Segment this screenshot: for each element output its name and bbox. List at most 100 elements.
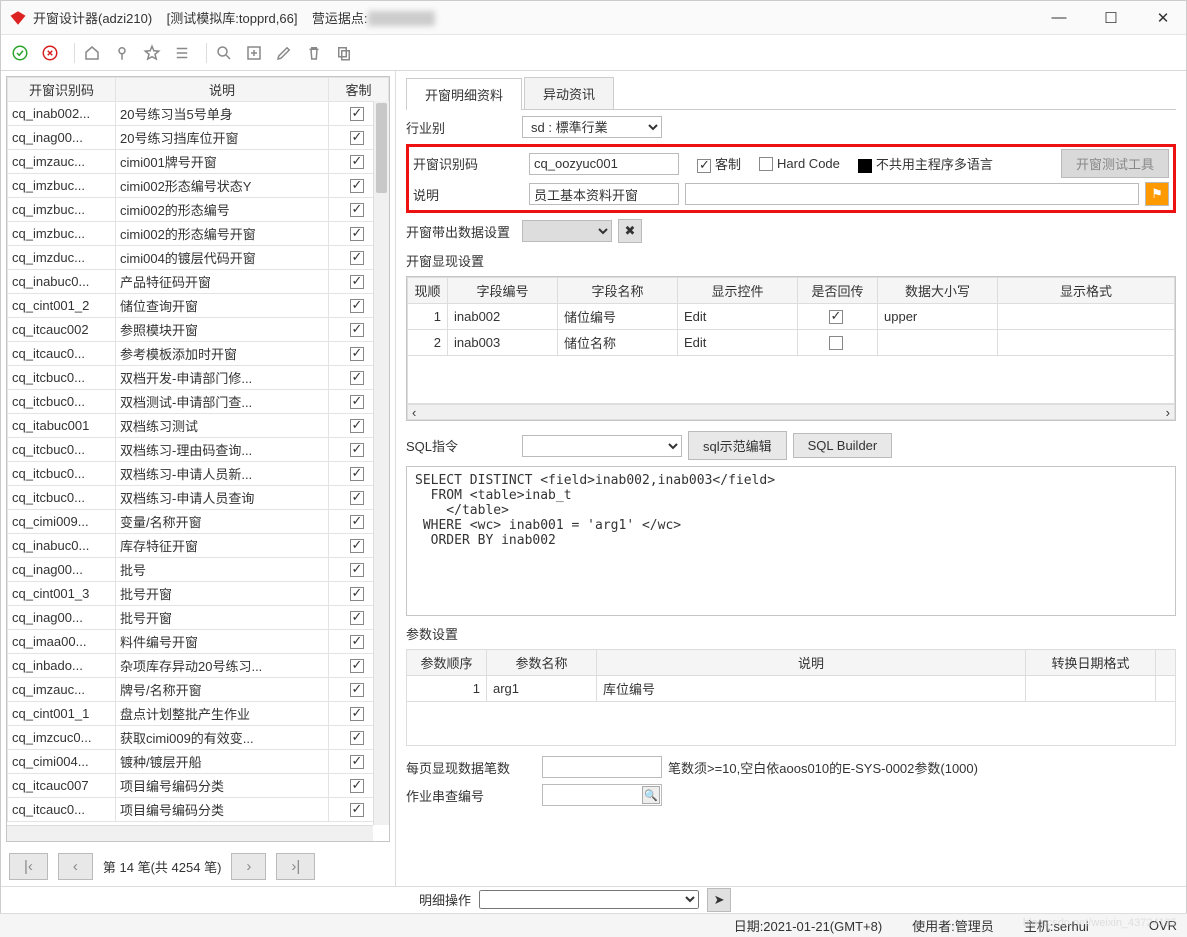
test-button[interactable]: 开窗测试工具: [1061, 149, 1169, 178]
run-icon[interactable]: ➤: [707, 888, 731, 912]
tool-icon[interactable]: ✖: [618, 219, 642, 243]
col-cust[interactable]: 客制: [329, 78, 389, 102]
cust-check[interactable]: [350, 179, 364, 193]
cancel-icon[interactable]: [37, 40, 63, 66]
cust-checkbox[interactable]: [697, 159, 711, 173]
delete-icon[interactable]: [301, 40, 327, 66]
detail-op-select[interactable]: [479, 890, 699, 909]
nolang-checkbox[interactable]: [858, 159, 872, 173]
table-row[interactable]: cq_inag00...20号练习挡库位开窗: [8, 126, 389, 150]
cust-check[interactable]: [350, 443, 364, 457]
window-maximize[interactable]: ☐: [1096, 9, 1126, 27]
window-close[interactable]: ✕: [1148, 9, 1178, 27]
table-row[interactable]: cq_imzbuc...cimi002形态编号状态Y: [8, 174, 389, 198]
table-row[interactable]: cq_cimi004...镀种/镀层开船: [8, 750, 389, 774]
table-row[interactable]: cq_inbado...杂项库存异动20号练习...: [8, 654, 389, 678]
job-search-icon[interactable]: 🔍: [642, 786, 660, 804]
table-row[interactable]: cq_itcauc007项目编号编码分类: [8, 774, 389, 798]
home-icon[interactable]: [79, 40, 105, 66]
cust-check[interactable]: [350, 227, 364, 241]
cust-check[interactable]: [350, 251, 364, 265]
cust-check[interactable]: [350, 323, 364, 337]
star-icon[interactable]: [139, 40, 165, 66]
export-cfg-select[interactable]: [522, 220, 612, 242]
table-row[interactable]: 2inab003储位名称Edit: [408, 330, 1175, 356]
table-row[interactable]: cq_itcauc0...项目编号编码分类: [8, 798, 389, 822]
table-row[interactable]: cq_inabuc0...库存特征开窗: [8, 534, 389, 558]
cust-check[interactable]: [350, 611, 364, 625]
cust-check[interactable]: [350, 107, 364, 121]
tab-detail[interactable]: 开窗明细资料: [406, 78, 522, 110]
tab-changes[interactable]: 异动资讯: [524, 77, 614, 109]
table-row[interactable]: cq_imzcuc0...获取cimi009的有效变...: [8, 726, 389, 750]
cust-check[interactable]: [350, 371, 364, 385]
cust-check[interactable]: [350, 731, 364, 745]
pin-icon[interactable]: [109, 40, 135, 66]
table-row[interactable]: cq_itabuc001双档练习测试: [8, 414, 389, 438]
table-row[interactable]: cq_imzduc...cimi004的镀层代码开窗: [8, 246, 389, 270]
vertical-scrollbar[interactable]: [373, 101, 389, 825]
table-row[interactable]: 1arg1库位编号: [407, 676, 1176, 702]
field-grid[interactable]: 现顺 字段编号 字段名称 显示控件 是否回传 数据大小写 显示格式 1inab0…: [407, 277, 1175, 404]
table-row[interactable]: cq_itcbuc0...双档练习-理由码查询...: [8, 438, 389, 462]
table-row[interactable]: cq_cint001_1盘点计划整批产生作业: [8, 702, 389, 726]
table-row[interactable]: cq_imzbuc...cimi002的形态编号: [8, 198, 389, 222]
table-row[interactable]: cq_itcbuc0...双档开发-申请部门修...: [8, 366, 389, 390]
table-row[interactable]: cq_itcbuc0...双档练习-申请人员新...: [8, 462, 389, 486]
cust-check[interactable]: [350, 155, 364, 169]
cust-check[interactable]: [350, 131, 364, 145]
params-grid[interactable]: 参数顺序 参数名称 说明 转换日期格式 1arg1库位编号: [406, 649, 1176, 746]
hardcode-checkbox[interactable]: [759, 157, 773, 171]
add-icon[interactable]: [241, 40, 267, 66]
table-row[interactable]: cq_cint001_3批号开窗: [8, 582, 389, 606]
id-input[interactable]: [529, 153, 679, 175]
table-row[interactable]: cq_inag00...批号开窗: [8, 606, 389, 630]
desc-extra-input[interactable]: [685, 183, 1139, 205]
cust-check[interactable]: [350, 563, 364, 577]
col-desc[interactable]: 说明: [116, 78, 329, 102]
table-row[interactable]: 1inab002储位编号Editupper: [408, 304, 1175, 330]
cust-check[interactable]: [350, 419, 364, 433]
cust-check[interactable]: [350, 659, 364, 673]
sql-sample-button[interactable]: sql示范编辑: [688, 431, 787, 460]
table-row[interactable]: cq_imzbuc...cimi002的形态编号开窗: [8, 222, 389, 246]
cust-check[interactable]: [350, 707, 364, 721]
paging-input[interactable]: [542, 756, 662, 778]
table-row[interactable]: cq_inag00...批号: [8, 558, 389, 582]
pager-prev[interactable]: ‹: [58, 853, 93, 880]
pager-last[interactable]: ›|: [276, 853, 315, 880]
sql-text[interactable]: SELECT DISTINCT <field>inab002,inab003</…: [406, 466, 1176, 616]
list-icon[interactable]: [169, 40, 195, 66]
table-row[interactable]: cq_imaa00...料件编号开窗: [8, 630, 389, 654]
window-minimize[interactable]: —: [1044, 9, 1074, 26]
cust-check[interactable]: [350, 203, 364, 217]
horizontal-scrollbar[interactable]: [7, 825, 373, 841]
copy-icon[interactable]: [331, 40, 357, 66]
cust-check[interactable]: [350, 299, 364, 313]
table-row[interactable]: cq_itcbuc0...双档练习-申请人员查询: [8, 486, 389, 510]
col-code[interactable]: 开窗识别码: [8, 78, 116, 102]
pager-next[interactable]: ›: [231, 853, 266, 880]
cust-check[interactable]: [350, 755, 364, 769]
cust-check[interactable]: [350, 539, 364, 553]
cust-check[interactable]: [350, 635, 364, 649]
table-row[interactable]: cq_cimi009...变量/名称开窗: [8, 510, 389, 534]
table-row[interactable]: cq_itcbuc0...双档测试-申请部门查...: [8, 390, 389, 414]
search-icon[interactable]: [211, 40, 237, 66]
desc-input[interactable]: [529, 183, 679, 205]
cust-check[interactable]: [350, 515, 364, 529]
cust-check[interactable]: [350, 803, 364, 817]
pager-first[interactable]: |‹: [9, 853, 48, 880]
cust-check[interactable]: [350, 779, 364, 793]
field-grid-hscroll[interactable]: ‹›: [407, 404, 1175, 420]
cust-check[interactable]: [350, 587, 364, 601]
table-row[interactable]: cq_itcauc002参照模块开窗: [8, 318, 389, 342]
flag-icon[interactable]: ⚑: [1145, 182, 1169, 206]
table-row[interactable]: cq_inab002...20号练习当5号单身: [8, 102, 389, 126]
table-row[interactable]: cq_itcauc0...参考模板添加时开窗: [8, 342, 389, 366]
sql-template-select[interactable]: [522, 435, 682, 457]
cust-check[interactable]: [350, 275, 364, 289]
listing-grid[interactable]: 开窗识别码 说明 客制 cq_inab002...20号练习当5号单身cq_in…: [7, 77, 389, 822]
cust-check[interactable]: [350, 683, 364, 697]
cust-check[interactable]: [350, 395, 364, 409]
